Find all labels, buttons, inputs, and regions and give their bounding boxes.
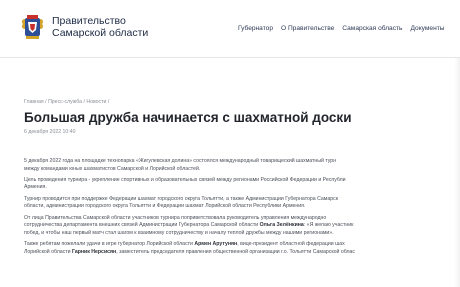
text-run: , вице-президент областной федерации шах [237, 241, 345, 248]
paragraph-line: Турнир проводится при поддержке Федераци… [24, 195, 339, 202]
main-nav: Губернатор О Правительстве Самарская обл… [238, 25, 444, 32]
paragraph-line: Армения. [24, 184, 47, 191]
paragraph-2: Цель проведения турнира - укрепление спо… [24, 177, 454, 192]
paragraph-line: Цель проведения турнира - укрепление спо… [24, 176, 346, 183]
brand-line-1: Правительство [52, 15, 126, 27]
breadcrumb[interactable]: Главная / Пресс-служба / Новости / [24, 99, 109, 105]
site-brand[interactable]: Правительство Самарской области [52, 15, 148, 39]
content-edge-fade [454, 58, 460, 287]
nav-about-government[interactable]: О Правительстве [281, 25, 334, 32]
nav-samara-region[interactable]: Самарская область [342, 25, 402, 32]
paragraph-line: Также ребятам пожелали удачи в игре губе… [24, 241, 454, 249]
paragraph-line: 5 декабря 2022 года на площадке технопар… [24, 158, 337, 164]
paragraph-line: От лица Правительства Самарской области … [24, 214, 327, 221]
article-title: Большая дружба начинается с шахматной до… [24, 110, 352, 125]
paragraph-line: между командами юных шахматистов Самарск… [24, 165, 201, 172]
paragraph-4: От лица Правительства Самарской области … [24, 215, 454, 238]
text-run: Также ребятам пожелали удачи в игре губе… [24, 241, 195, 248]
coat-of-arms-icon[interactable] [21, 15, 44, 41]
nav-governor[interactable]: Губернатор [238, 25, 273, 32]
paragraph-5: Также ребятам пожелали удачи в игре губе… [24, 241, 454, 256]
article-date: 6 декабря 2022 10:40 [24, 129, 76, 135]
person-name: Армен Арутунян [194, 241, 238, 248]
person-name: Ольга Зелёнкина [259, 222, 304, 229]
paragraph-3: Турнир проводится при поддержке Федераци… [24, 196, 454, 211]
person-name: Гарник Нерсисян [71, 248, 117, 255]
article-body: 5 декабря 2022 года на площадке технопар… [24, 158, 454, 260]
text-run: , заместитель председателя правления общ… [116, 248, 356, 255]
brand-line-2: Самарской области [52, 27, 149, 39]
paragraph-line: области, администрации городского округа… [24, 203, 306, 210]
text-run: : «Я желаю участник [303, 222, 354, 229]
text-run: сотрудничества департамента внешних связ… [24, 222, 260, 229]
paragraph-1: 5 декабря 2022 года на площадке технопар… [24, 158, 454, 173]
paragraph-line: побед, и чтобы наш первый матч стал шаго… [24, 229, 334, 236]
paragraph-line: сотрудничества департамента внешних связ… [24, 222, 454, 230]
site-header: Правительство Самарской области Губернат… [0, 0, 460, 58]
text-run: Лорийской области [24, 248, 72, 255]
nav-documents[interactable]: Документы [410, 25, 444, 32]
page: Правительство Самарской области Губернат… [0, 0, 460, 287]
paragraph-line: Лорийской области Гарник Нерсисян, замес… [24, 249, 454, 257]
